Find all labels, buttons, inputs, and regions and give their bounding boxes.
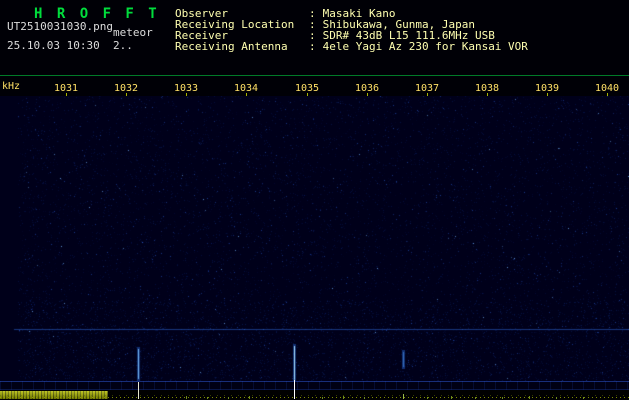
time-axis-labels: 1031 1032 1033 1034 1035 1036 1037 1038 1039 1040 bbox=[0, 83, 629, 97]
header-info-block: Observer: Masaki Kano Receiving Location: S… bbox=[0, 0, 629, 60]
info-value: 4ele Yagi Az 230 for Kansai VOR bbox=[322, 40, 528, 53]
header-separator-line bbox=[0, 75, 629, 76]
signal-level-strip bbox=[0, 390, 629, 400]
lower-noise-strip bbox=[0, 381, 629, 390]
level-baseline bbox=[0, 397, 629, 398]
hrofft-spectrogram-image: H R O F F T UT2510031030.png meteor 25.1… bbox=[0, 0, 629, 400]
level-baseline-upper bbox=[0, 395, 629, 396]
header-info-row: Receiving Antenna:4ele Yagi Az 230 for K… bbox=[175, 40, 528, 53]
spectrogram-canvas bbox=[0, 96, 629, 381]
info-separator: : bbox=[309, 40, 316, 53]
info-label: Receiving Antenna bbox=[175, 40, 288, 53]
